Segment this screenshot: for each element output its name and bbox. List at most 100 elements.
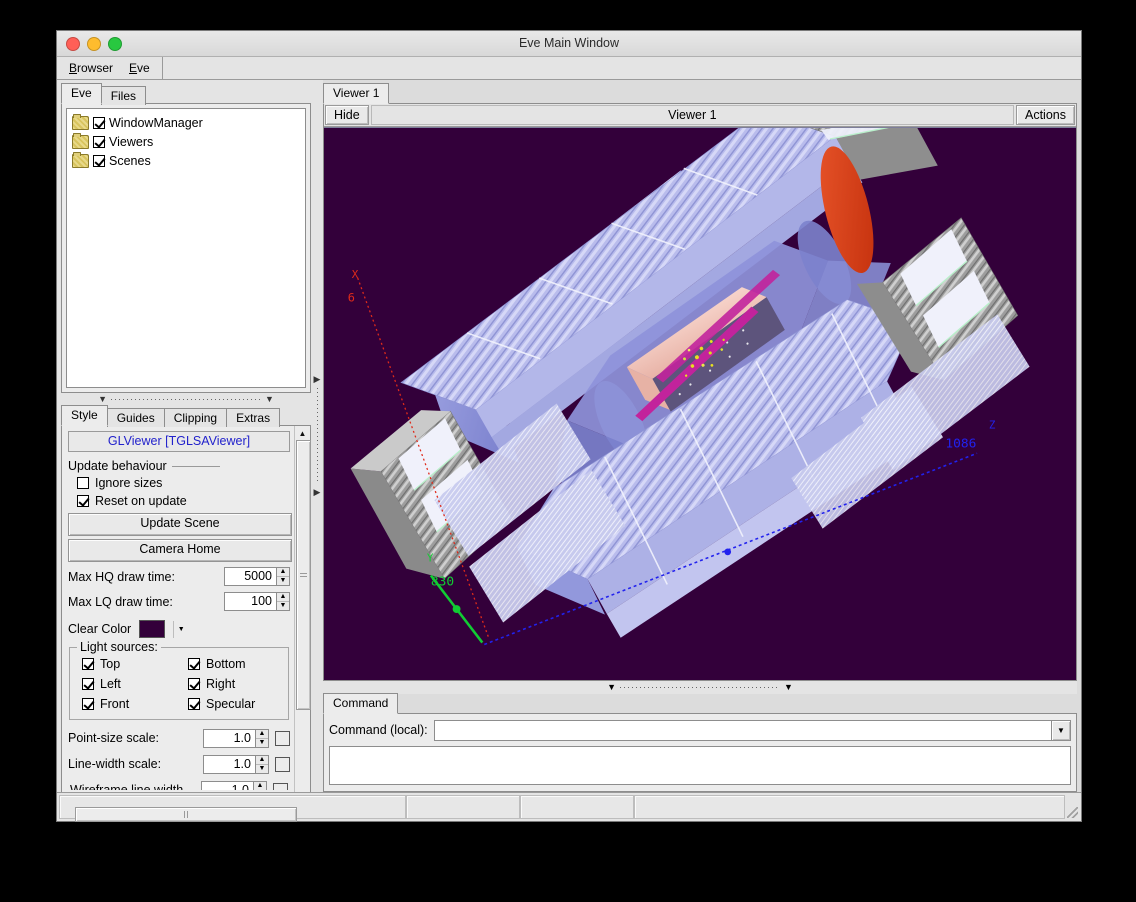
stepper-arrows[interactable]: ▲ ▼ [255, 755, 269, 774]
stepper-arrows[interactable]: ▲ ▼ [253, 781, 267, 791]
tab-clipping[interactable]: Clipping [164, 408, 227, 427]
tree-item-label: Scenes [109, 154, 151, 168]
tree-item[interactable]: Scenes [70, 151, 302, 170]
stepper-up-icon[interactable]: ▲ [277, 593, 289, 602]
wireframe-line-width-stepper[interactable]: 1.0 ▲ ▼ [201, 781, 267, 791]
clear-color-dropdown-icon[interactable]: ▼ [173, 621, 188, 638]
line-width-scale-label: Line-width scale: [68, 757, 197, 771]
update-scene-button[interactable]: Update Scene [68, 513, 292, 536]
tree-item[interactable]: Viewers [70, 132, 302, 151]
point-size-scale-checkbox[interactable] [275, 731, 290, 746]
hide-button[interactable]: Hide [325, 105, 369, 125]
camera-home-button[interactable]: Camera Home [68, 539, 292, 562]
stepper-arrows[interactable]: ▲ ▼ [276, 592, 290, 611]
main-vertical-splitter[interactable]: ▶ ▶ [311, 80, 323, 792]
tree-item[interactable]: WindowManager [70, 113, 302, 132]
tab-command[interactable]: Command [323, 693, 398, 714]
scrollbar-grip-icon [184, 811, 189, 818]
point-size-scale-value[interactable]: 1.0 [203, 729, 255, 748]
stepper-down-icon[interactable]: ▼ [256, 765, 268, 773]
stepper-down-icon[interactable]: ▼ [277, 577, 289, 585]
command-output[interactable] [329, 746, 1071, 785]
line-width-scale-row: Line-width scale: 1.0 ▲ ▼ [68, 752, 290, 776]
stepper-arrows[interactable]: ▲ ▼ [276, 567, 290, 586]
gl-viewport-frame[interactable]: X 6 Y 830 Z 1086 [324, 127, 1076, 680]
light-specular[interactable]: Specular [182, 695, 282, 713]
light-specular-checkbox[interactable] [188, 698, 200, 710]
max-hq-draw-time-row: Max HQ draw time: 5000 ▲ ▼ [68, 565, 290, 588]
tab-guides[interactable]: Guides [107, 408, 165, 427]
editor-horizontal-scrollbar[interactable]: ◀ ▶ [61, 805, 311, 821]
scrollbar-track[interactable] [296, 440, 309, 790]
light-top[interactable]: Top [76, 655, 176, 673]
max-lq-draw-time-stepper[interactable]: 100 ▲ ▼ [224, 592, 290, 611]
light-front-checkbox[interactable] [82, 698, 94, 710]
light-left-checkbox[interactable] [82, 678, 94, 690]
light-front[interactable]: Front [76, 695, 176, 713]
stepper-up-icon[interactable]: ▲ [277, 568, 289, 577]
command-horizontal-splitter[interactable]: ▼ ▼ [323, 681, 1077, 694]
tab-files[interactable]: Files [101, 86, 146, 105]
reset-on-update-checkbox[interactable] [77, 495, 89, 507]
tree-item-checkbox[interactable] [93, 117, 105, 129]
tree-item-checkbox[interactable] [93, 136, 105, 148]
command-dropdown-icon[interactable]: ▼ [1051, 720, 1071, 741]
actions-button[interactable]: Actions [1016, 105, 1075, 125]
scrollbar-track-h[interactable] [75, 807, 297, 820]
clear-color-swatch[interactable] [139, 620, 165, 638]
point-size-scale-stepper[interactable]: 1.0 ▲ ▼ [203, 729, 269, 748]
line-width-scale-value[interactable]: 1.0 [203, 755, 255, 774]
stepper-up-icon[interactable]: ▲ [256, 730, 268, 739]
gl-viewport[interactable]: X 6 Y 830 Z 1086 [324, 128, 1076, 680]
scrollbar-thumb-h[interactable] [75, 807, 297, 822]
tab-eve[interactable]: Eve [61, 83, 102, 104]
max-hq-draw-time-stepper[interactable]: 5000 ▲ ▼ [224, 567, 290, 586]
light-bottom[interactable]: Bottom [182, 655, 282, 673]
ignore-sizes-checkbox[interactable] [77, 477, 89, 489]
command-input[interactable] [434, 720, 1051, 741]
max-lq-draw-time-value[interactable]: 100 [224, 592, 276, 611]
scrollbar-thumb[interactable] [296, 440, 311, 710]
browser-tabstrip: Eve Files [61, 84, 311, 104]
tree-item-checkbox[interactable] [93, 155, 105, 167]
tab-extras[interactable]: Extras [226, 408, 280, 427]
light-top-checkbox[interactable] [82, 658, 94, 670]
menubar-filler [163, 57, 1081, 79]
header-rule [172, 466, 220, 467]
menu-eve[interactable]: Eve [121, 58, 158, 78]
tab-viewer-1[interactable]: Viewer 1 [323, 83, 389, 104]
resize-grip-icon[interactable] [1065, 805, 1079, 819]
stepper-down-icon[interactable]: ▼ [277, 602, 289, 610]
line-width-scale-checkbox[interactable] [275, 757, 290, 772]
light-bottom-checkbox[interactable] [188, 658, 200, 670]
light-right-label: Right [206, 677, 235, 691]
left-panel: Eve Files WindowManager Viewers [57, 80, 311, 792]
stepper-up-icon[interactable]: ▲ [256, 756, 268, 765]
wireframe-line-width-value[interactable]: 1.0 [201, 781, 253, 791]
option-ignore-sizes[interactable]: Ignore sizes [68, 474, 290, 492]
max-hq-draw-time-value[interactable]: 5000 [224, 567, 276, 586]
tree-item-label: Viewers [109, 135, 153, 149]
folder-icon [72, 135, 89, 149]
update-behaviour-group: Update behaviour Ignore sizes Reset on u… [68, 458, 290, 510]
light-bottom-label: Bottom [206, 657, 246, 671]
wireframe-line-width-label: Wireframe line width [70, 783, 195, 790]
stepper-down-icon[interactable]: ▼ [256, 739, 268, 747]
editor-vertical-scrollbar[interactable]: ▲ ▼ [294, 426, 310, 804]
option-reset-on-update[interactable]: Reset on update [68, 492, 290, 510]
update-behaviour-header: Update behaviour [68, 458, 290, 474]
stepper-arrows[interactable]: ▲ ▼ [255, 729, 269, 748]
stepper-up-icon[interactable]: ▲ [254, 782, 266, 791]
menu-browser[interactable]: Browser [61, 58, 121, 78]
axis-x-value: 6 [348, 291, 355, 305]
tree-item-label: WindowManager [109, 116, 203, 130]
line-width-scale-stepper[interactable]: 1.0 ▲ ▼ [203, 755, 269, 774]
wireframe-line-width-checkbox[interactable] [273, 783, 288, 791]
scroll-up-icon[interactable]: ▲ [296, 426, 309, 440]
eve-object-tree[interactable]: WindowManager Viewers Scenes [66, 108, 306, 388]
light-right-checkbox[interactable] [188, 678, 200, 690]
tab-style[interactable]: Style [61, 405, 108, 426]
command-combo[interactable]: ▼ [434, 720, 1071, 741]
light-left[interactable]: Left [76, 675, 176, 693]
light-right[interactable]: Right [182, 675, 282, 693]
